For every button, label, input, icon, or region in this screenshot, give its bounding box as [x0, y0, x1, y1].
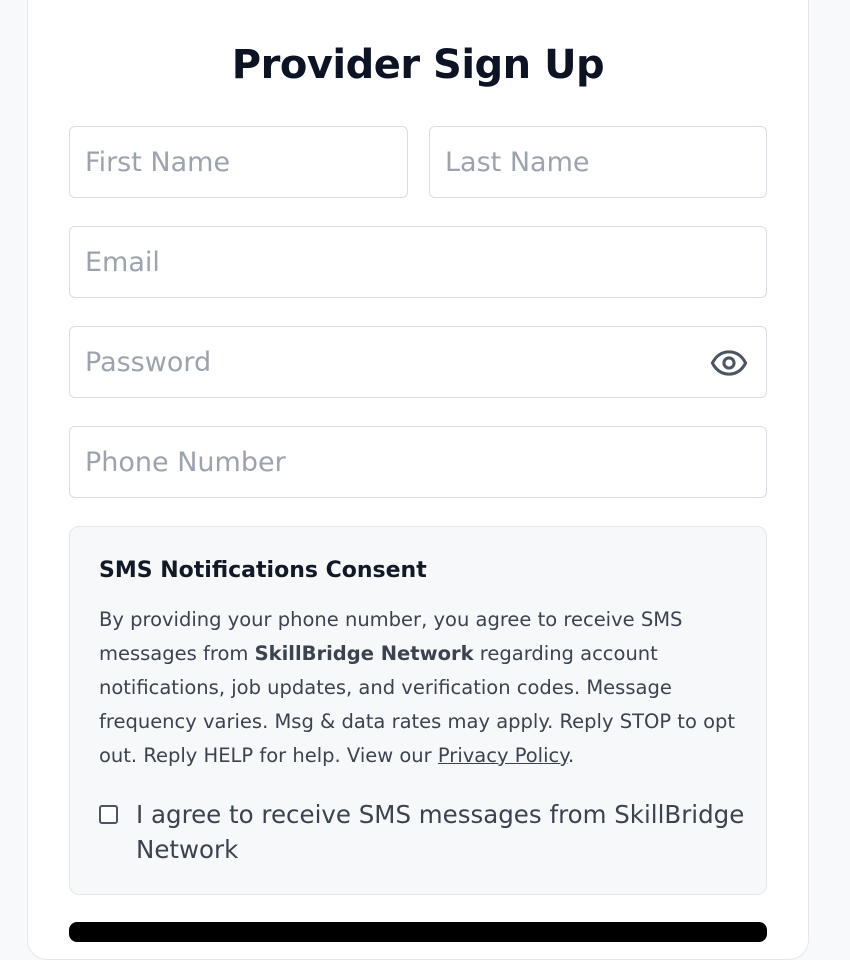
- submit-button[interactable]: [69, 922, 767, 942]
- phone-number-field[interactable]: [69, 426, 767, 498]
- email-field[interactable]: [69, 226, 767, 298]
- sms-consent-checkbox-label[interactable]: I agree to receive SMS messages from Ski…: [136, 797, 756, 867]
- first-name-input[interactable]: [70, 127, 407, 197]
- last-name-field[interactable]: [429, 126, 767, 198]
- privacy-policy-link[interactable]: Privacy Policy: [438, 744, 568, 767]
- eye-icon: [710, 350, 748, 376]
- sms-consent-checkbox[interactable]: [99, 805, 118, 824]
- show-password-button[interactable]: [710, 344, 748, 382]
- sms-consent-title: SMS Notifications Consent: [99, 558, 427, 583]
- page-title: Provider Sign Up: [231, 42, 605, 88]
- brand-name: SkillBridge Network: [254, 642, 474, 665]
- consent-text-end: .: [568, 744, 575, 767]
- password-field[interactable]: [69, 326, 767, 398]
- last-name-input[interactable]: [430, 127, 766, 197]
- first-name-field[interactable]: [69, 126, 408, 198]
- password-input[interactable]: [70, 327, 766, 397]
- sms-consent-text: By providing your phone number, you agre…: [99, 603, 749, 773]
- sms-consent-panel: SMS Notifications Consent By providing y…: [69, 526, 767, 895]
- phone-number-input[interactable]: [70, 427, 766, 497]
- email-input[interactable]: [70, 227, 766, 297]
